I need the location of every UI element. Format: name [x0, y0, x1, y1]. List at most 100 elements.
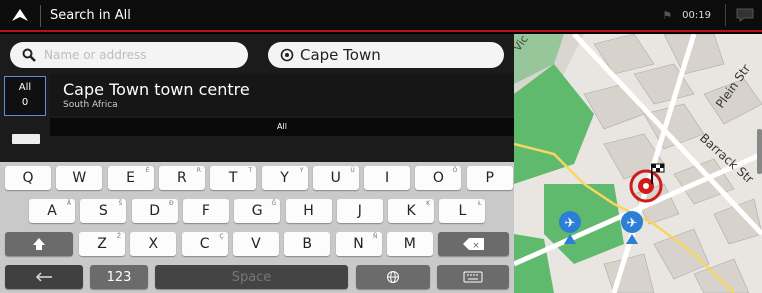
key-l[interactable]: LŁ — [439, 199, 486, 223]
key-c[interactable]: CÇ — [181, 232, 228, 256]
key-q[interactable]: Q — [5, 166, 51, 190]
key-label: Z — [97, 236, 107, 252]
key-y[interactable]: YY — [261, 166, 308, 190]
page-title: Search in All — [50, 8, 131, 23]
back-button[interactable] — [0, 0, 40, 30]
key-r[interactable]: RR — [158, 166, 205, 190]
svg-text:✈: ✈ — [627, 216, 638, 231]
key-x[interactable]: X — [130, 232, 177, 256]
key-s[interactable]: SŠ — [80, 199, 127, 223]
key-label: J — [357, 203, 362, 219]
city-selector-button[interactable]: Cape Town — [268, 42, 504, 68]
key-alt-label: Ö — [452, 167, 458, 174]
key-d[interactable]: DÐ — [131, 199, 178, 223]
search-placeholder: Name or address — [44, 48, 147, 62]
key-label: D — [149, 203, 160, 219]
key-g[interactable]: GĞ — [234, 199, 281, 223]
key-label: S — [98, 203, 108, 219]
top-bar: Search in All ⚑ 00:19 — [0, 0, 762, 32]
key-label: Q — [22, 170, 34, 186]
search-row: Name or address Cape Town — [0, 34, 514, 74]
key-alt-label: Ç — [219, 233, 224, 240]
key-p[interactable]: P — [466, 166, 513, 190]
key-label: H — [303, 203, 314, 219]
result-item[interactable]: Cape Town town centre South Africa — [50, 74, 514, 116]
key-label: G — [251, 203, 263, 219]
key-b[interactable]: B — [284, 232, 331, 256]
key-label: I — [385, 170, 390, 186]
city-label: Cape Town — [300, 46, 381, 64]
search-input[interactable]: Name or address — [10, 42, 248, 68]
key-alt-label: Ķ — [426, 200, 431, 207]
key-label: B — [302, 236, 312, 252]
key-f[interactable]: F — [182, 199, 229, 223]
status-area: ⚑ 00:19 — [662, 0, 762, 30]
key-alt-label: Ž — [116, 233, 121, 240]
shift-icon — [33, 238, 45, 250]
key-alt-label: Å — [66, 200, 71, 207]
separator — [725, 4, 726, 26]
back-arrow-icon — [35, 272, 52, 282]
key-m[interactable]: M — [386, 232, 433, 256]
key-t[interactable]: TT — [210, 166, 257, 190]
key-u[interactable]: UÜ — [312, 166, 359, 190]
key-label: V — [251, 236, 261, 252]
back-key[interactable] — [5, 265, 83, 289]
key-label: A — [47, 203, 57, 219]
map-view[interactable]: Vic Plein Str Barrack Str ✈ ✈ — [514, 34, 762, 293]
key-w[interactable]: W — [56, 166, 103, 190]
key-label: Y — [280, 170, 289, 186]
category-logo[interactable] — [12, 134, 40, 144]
category-count: 0 — [21, 97, 29, 108]
language-key[interactable] — [356, 265, 430, 289]
result-subtitle: South Africa — [63, 100, 118, 110]
search-icon — [22, 48, 36, 62]
key-alt-label: Ł — [478, 200, 482, 207]
svg-text:×: × — [472, 241, 480, 250]
search-panel: Name or address Cape Town All 0 Cape Tow… — [0, 34, 514, 293]
key-label: W — [72, 170, 87, 186]
globe-icon — [387, 271, 399, 283]
key-alt-label: Ð — [168, 200, 174, 207]
svg-text:✈: ✈ — [565, 216, 576, 231]
key-k[interactable]: KĶ — [388, 199, 435, 223]
key-label: E — [126, 170, 136, 186]
key-alt-label: É — [145, 167, 150, 174]
backspace-icon: × — [462, 238, 484, 250]
category-label: All — [18, 82, 32, 93]
space-key[interactable]: Space — [155, 265, 348, 289]
numbers-key[interactable]: 123 — [90, 265, 148, 289]
key-alt-label: Š — [118, 200, 123, 207]
up-arrow-icon — [12, 9, 28, 21]
key-label: U — [330, 170, 341, 186]
map-scroll-handle[interactable] — [757, 129, 762, 174]
key-label: R — [177, 170, 187, 186]
category-all-button[interactable]: All 0 — [4, 76, 46, 116]
key-h[interactable]: H — [285, 199, 332, 223]
message-button[interactable] — [734, 6, 756, 24]
key-alt-label: Ğ — [271, 200, 277, 207]
key-alt-label: Y — [299, 167, 304, 174]
key-alt-label: Ü — [350, 167, 355, 174]
result-name: Cape Town town centre — [63, 80, 250, 99]
key-j[interactable]: J — [336, 199, 383, 223]
backspace-key[interactable]: × — [438, 232, 509, 256]
gps-icon — [280, 48, 294, 62]
key-label: F — [201, 203, 210, 219]
key-label: O — [432, 170, 444, 186]
signal-icon: ⚑ — [662, 8, 673, 22]
key-i[interactable]: I — [364, 166, 411, 190]
key-o[interactable]: OÖ — [415, 166, 462, 190]
shift-key[interactable] — [5, 232, 73, 256]
key-a[interactable]: AÅ — [29, 199, 75, 223]
keyboard: × 123 Space QWEÉRRTTYYUÜIOÖPAÅSŠDÐFGĞHJK… — [0, 162, 514, 293]
key-n[interactable]: NÑ — [335, 232, 382, 256]
key-e[interactable]: EÉ — [107, 166, 154, 190]
key-label: P — [485, 170, 494, 186]
key-v[interactable]: V — [232, 232, 279, 256]
hide-keyboard-key[interactable] — [437, 265, 509, 289]
key-alt-label: Ñ — [373, 233, 378, 240]
key-z[interactable]: ZŽ — [79, 232, 125, 256]
clock: 00:19 — [682, 9, 711, 21]
category-divider: All — [50, 118, 514, 136]
